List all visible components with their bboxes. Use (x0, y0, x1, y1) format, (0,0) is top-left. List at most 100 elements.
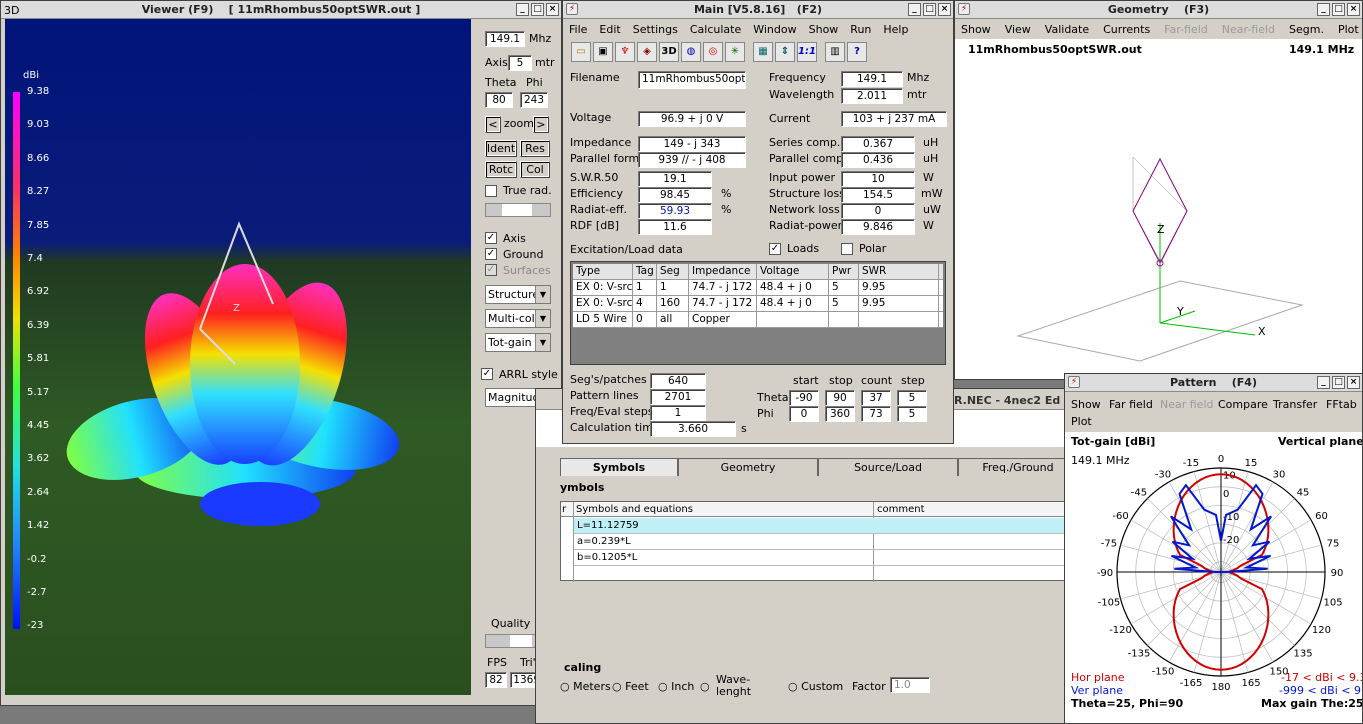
res-button[interactable]: Res (520, 140, 550, 157)
ratio-icon[interactable]: 1:1 (797, 42, 817, 62)
geometry-canvas[interactable] (955, 41, 1363, 380)
arrl-checkbox[interactable]: ✓ (481, 368, 493, 380)
tab-geometry[interactable]: Geometry (678, 458, 818, 476)
close-button[interactable]: × (1347, 3, 1360, 16)
zoom-in-button[interactable]: > (533, 116, 549, 133)
angle-label: 75 (1327, 538, 1340, 549)
menu-compare[interactable]: Compare (1218, 398, 1268, 412)
pattern-titlebar[interactable]: ⚡ Pattern (F4) _ □ × (1065, 374, 1362, 392)
updown-icon[interactable]: ⇕ (775, 42, 795, 62)
menu-calculate[interactable]: Calculate (690, 23, 741, 36)
chart-icon[interactable]: ✳ (725, 42, 745, 62)
minimize-button[interactable]: _ (1317, 3, 1330, 16)
rotc-button[interactable]: Rotc (485, 161, 517, 178)
radio-meters[interactable]: ○ Meters (560, 680, 611, 694)
tab-freq-ground[interactable]: Freq./Ground (958, 458, 1069, 476)
symbol-row-1[interactable]: L=11.12759 (577, 519, 639, 533)
menu-run[interactable]: Run (850, 23, 871, 36)
radio-inch[interactable]: ○ Inch (658, 680, 694, 694)
menu-plot[interactable]: Plot (1071, 415, 1092, 429)
3d-icon[interactable]: 3D (659, 42, 679, 62)
polar-checkbox[interactable] (841, 243, 853, 255)
theta-step: 5 (897, 390, 927, 406)
surfaces-checkbox[interactable]: ✓ (485, 264, 497, 276)
radio-feet[interactable]: ○ Feet (612, 680, 649, 694)
viewer-titlebar[interactable]: Viewer (F9) [ 11mRhombus50optSWR.out ] _… (1, 1, 561, 19)
menu-view[interactable]: View (1005, 23, 1031, 36)
tab-symbols[interactable]: Symbols (560, 458, 678, 476)
cube-icon[interactable]: ◈ (637, 42, 657, 62)
viewer-freq-input[interactable]: 149.1 (485, 31, 525, 47)
book-icon[interactable]: ▥ (825, 42, 845, 62)
open-icon[interactable]: ▭ (571, 42, 591, 62)
viewer-phi-input[interactable]: 243 (520, 92, 548, 108)
menu-window[interactable]: Window (753, 23, 796, 36)
axis-checkbox[interactable]: ✓ (485, 232, 497, 244)
help-icon[interactable]: ? (847, 42, 867, 62)
factor-input[interactable]: 1.0 (890, 677, 930, 693)
menu-fftab[interactable]: FFtab (1326, 398, 1357, 412)
maximize-button[interactable]: □ (1332, 376, 1345, 389)
menu-near-field[interactable]: Near-field (1222, 23, 1275, 36)
viewer-canvas[interactable]: dBi 9.38 9.03 8.66 8.27 7.85 7.4 6.92 6.39 5.81 5… (5, 19, 471, 695)
table-row[interactable]: LD 5 Wire 0 all Copper (573, 312, 943, 328)
menu-near-field[interactable]: Near field (1160, 398, 1214, 412)
ident-button[interactable]: Ident (485, 140, 517, 157)
antenna-icon[interactable]: ♆ (615, 42, 635, 62)
table-row[interactable]: EX 0: V-src 1 1 74.7 - j 172 48.4 + j 0 5 9.95 (573, 280, 943, 296)
save-icon[interactable]: ▣ (593, 42, 613, 62)
tab-source-load[interactable]: Source/Load (818, 458, 958, 476)
minimize-button[interactable]: _ (908, 3, 921, 16)
radio-custom[interactable]: ○ Custom (788, 680, 843, 694)
menu-help[interactable]: Help (883, 23, 908, 36)
table-row[interactable]: Type Tag Seg Impedance Voltage Pwr SWR (573, 264, 943, 280)
col-button[interactable]: Col (520, 161, 550, 178)
maximize-button[interactable]: □ (531, 3, 544, 16)
close-button[interactable]: × (546, 3, 559, 16)
close-button[interactable]: × (1347, 376, 1360, 389)
menu-file[interactable]: File (569, 23, 587, 36)
zoom-out-button[interactable]: < (485, 116, 501, 133)
structure-select[interactable]: Structure ▼ (485, 285, 551, 304)
menu-plot[interactable]: Plot (1338, 23, 1359, 36)
minimize-button[interactable]: _ (1317, 376, 1330, 389)
viewer-slider[interactable] (485, 203, 551, 217)
table-row[interactable]: EX 0: V-src 4 160 74.7 - j 172 48.4 + j 0 5 9.… (573, 296, 943, 312)
viewer-axis-label: Axis (485, 56, 508, 69)
radio-wave[interactable]: ○ (700, 680, 710, 694)
geometry-menubar: Show View Validate Currents Far-field Ne… (955, 19, 1362, 39)
menu-far-field[interactable]: Far-field (1164, 23, 1208, 36)
menu-show[interactable]: Show (1071, 398, 1101, 412)
maximize-button[interactable]: □ (923, 3, 936, 16)
scale-label: -23 (27, 620, 44, 632)
menu-validate[interactable]: Validate (1045, 23, 1089, 36)
menu-settings[interactable]: Settings (633, 23, 678, 36)
menu-transfer[interactable]: Transfer (1273, 398, 1317, 412)
gain-select[interactable]: Tot-gain ▼ (485, 333, 551, 352)
menu-show[interactable]: Show (961, 23, 991, 36)
geometry-titlebar[interactable]: ⚡ Geometry (F3) _ □ × (955, 1, 1362, 19)
table-row[interactable] (574, 518, 1069, 534)
true-rad-checkbox[interactable] (485, 185, 497, 197)
close-button[interactable]: × (938, 3, 951, 16)
menu-currents[interactable]: Currents (1103, 23, 1150, 36)
menu-edit[interactable]: Edit (599, 23, 620, 36)
ground-checkbox[interactable]: ✓ (485, 248, 497, 260)
menu-show[interactable]: Show (809, 23, 839, 36)
symbol-row-2[interactable]: a=0.239*L (577, 535, 631, 549)
axis-z-label: Z (1157, 223, 1165, 236)
menu-segm[interactable]: Segm. (1289, 23, 1324, 36)
color-select[interactable]: Multi-colo ▼ (485, 309, 551, 328)
viewer-theta-input[interactable]: 80 (485, 92, 513, 108)
maximize-button[interactable]: □ (1332, 3, 1345, 16)
table-cell (829, 312, 859, 328)
symbol-row-3[interactable]: b=0.1205*L (577, 551, 637, 565)
viewer-axis-input[interactable]: 5 (508, 55, 532, 71)
minimize-button[interactable]: _ (516, 3, 529, 16)
globe-icon[interactable]: ◍ (681, 42, 701, 62)
target-icon[interactable]: ◎ (703, 42, 723, 62)
menu-far-field[interactable]: Far field (1109, 398, 1153, 412)
calc-icon[interactable]: ▦ (753, 42, 773, 62)
loads-checkbox[interactable]: ✓ (769, 243, 781, 255)
main-titlebar[interactable]: ⚡ Main [V5.8.16] (F2) _ □ × (563, 1, 953, 19)
